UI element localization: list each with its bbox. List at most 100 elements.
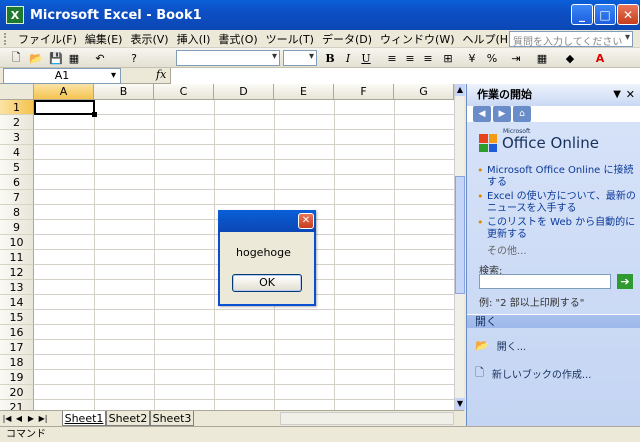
font-size-select[interactable] bbox=[283, 50, 317, 66]
indent-icon[interactable]: ⇥ bbox=[508, 50, 524, 66]
merge-center-icon[interactable]: ⊞ bbox=[440, 50, 456, 66]
vertical-scrollbar[interactable]: ▲ ▼ bbox=[454, 84, 465, 410]
tab-sheet1[interactable]: Sheet1 bbox=[62, 411, 106, 426]
menu-edit[interactable]: 編集(E) bbox=[81, 31, 127, 47]
percent-button[interactable]: % bbox=[484, 50, 500, 66]
align-left-icon[interactable]: ≡ bbox=[384, 50, 400, 66]
bold-button[interactable]: B bbox=[322, 50, 338, 66]
row-header[interactable]: 15 bbox=[0, 310, 34, 325]
row-header[interactable]: 5 bbox=[0, 160, 34, 175]
help-icon[interactable]: ? bbox=[126, 50, 142, 66]
menu-data[interactable]: データ(D) bbox=[318, 31, 376, 47]
row-header[interactable]: 7 bbox=[0, 190, 34, 205]
active-cell-a1[interactable] bbox=[34, 100, 97, 117]
column-header-f[interactable]: F bbox=[334, 84, 394, 100]
align-center-icon[interactable]: ≡ bbox=[402, 50, 418, 66]
link-auto-update[interactable]: このリストを Web から自動的に更新する bbox=[487, 217, 637, 241]
dialog-close-button[interactable]: ✕ bbox=[298, 213, 314, 229]
office-online-logo[interactable]: Microsoft Office Online bbox=[479, 128, 599, 156]
row-header[interactable]: 19 bbox=[0, 370, 34, 385]
link-latest-news[interactable]: Excel の使い方について、最新のニュースを入手する bbox=[487, 191, 637, 215]
open-icon[interactable]: 📂 bbox=[28, 50, 44, 66]
prev-sheet-icon[interactable]: ◀ bbox=[14, 412, 24, 425]
row-header[interactable]: 4 bbox=[0, 145, 34, 160]
scroll-up-icon[interactable]: ▲ bbox=[455, 84, 465, 96]
column-header-g[interactable]: G bbox=[394, 84, 454, 100]
row-header[interactable]: 9 bbox=[0, 220, 34, 235]
open-file-link[interactable]: 📂 開く... bbox=[475, 338, 526, 353]
next-sheet-icon[interactable]: ▶ bbox=[26, 412, 36, 425]
font-name-select[interactable] bbox=[176, 50, 280, 66]
menu-file[interactable]: ファイル(F) bbox=[14, 31, 81, 47]
fill-color-icon[interactable]: ◆ bbox=[562, 50, 578, 66]
maximize-button[interactable]: □ bbox=[594, 4, 616, 25]
italic-button[interactable]: I bbox=[340, 50, 356, 66]
forward-icon[interactable]: ▶ bbox=[493, 106, 511, 122]
search-input[interactable] bbox=[479, 274, 611, 289]
row-header[interactable]: 2 bbox=[0, 115, 34, 130]
ok-button[interactable]: OK bbox=[232, 274, 302, 292]
task-pane-close-icon[interactable]: ✕ bbox=[626, 84, 635, 106]
scroll-down-icon[interactable]: ▼ bbox=[455, 398, 465, 410]
back-icon[interactable]: ◀ bbox=[473, 106, 491, 122]
menu-tools[interactable]: ツール(T) bbox=[262, 31, 318, 47]
column-header-b[interactable]: B bbox=[94, 84, 154, 100]
grid-line bbox=[34, 384, 454, 385]
underline-button[interactable]: U bbox=[358, 50, 374, 66]
row-header[interactable]: 21 bbox=[0, 400, 34, 410]
horizontal-scrollbar[interactable] bbox=[280, 412, 454, 425]
row-header[interactable]: 12 bbox=[0, 265, 34, 280]
menu-format[interactable]: 書式(O) bbox=[214, 31, 261, 47]
row-header[interactable]: 17 bbox=[0, 340, 34, 355]
row-header[interactable]: 18 bbox=[0, 355, 34, 370]
menu-window[interactable]: ウィンドウ(W) bbox=[376, 31, 458, 47]
first-sheet-icon[interactable]: |◀ bbox=[2, 412, 12, 425]
undo-icon[interactable]: ↶ bbox=[92, 50, 108, 66]
home-icon[interactable]: ⌂ bbox=[513, 106, 531, 122]
new-icon[interactable]: 🗋 bbox=[8, 50, 24, 66]
row-header[interactable]: 1 bbox=[0, 100, 34, 115]
row-header[interactable]: 3 bbox=[0, 130, 34, 145]
name-box[interactable]: A1 bbox=[3, 68, 121, 84]
save-icon[interactable]: 💾 bbox=[48, 50, 64, 66]
tab-sheet3[interactable]: Sheet3 bbox=[150, 411, 194, 426]
align-right-icon[interactable]: ≡ bbox=[420, 50, 436, 66]
row-header[interactable]: 6 bbox=[0, 175, 34, 190]
row-header[interactable]: 14 bbox=[0, 295, 34, 310]
row-header[interactable]: 8 bbox=[0, 205, 34, 220]
tab-sheet2[interactable]: Sheet2 bbox=[106, 411, 150, 426]
column-header-c[interactable]: C bbox=[154, 84, 214, 100]
link-more[interactable]: その他... bbox=[487, 242, 527, 257]
column-header-a[interactable]: A bbox=[34, 84, 94, 100]
permission-icon[interactable]: ▦ bbox=[66, 50, 82, 66]
menu-grip[interactable] bbox=[4, 32, 8, 45]
link-connect-office-online[interactable]: Microsoft Office Online に接続する bbox=[487, 165, 637, 189]
borders-icon[interactable]: ▦ bbox=[534, 50, 550, 66]
row-header[interactable]: 16 bbox=[0, 325, 34, 340]
minimize-button[interactable]: _ bbox=[571, 4, 593, 25]
dialog-title-bar[interactable]: ✕ bbox=[218, 210, 316, 232]
formula-input[interactable] bbox=[170, 68, 640, 84]
task-pane-menu-icon[interactable]: ▼ bbox=[613, 84, 621, 106]
task-pane-nav: ◀ ▶ ⌂ bbox=[473, 106, 535, 122]
row-header[interactable]: 10 bbox=[0, 235, 34, 250]
new-book-link[interactable]: 🗋 新しいブックの作成... bbox=[475, 364, 591, 383]
row-header[interactable]: 11 bbox=[0, 250, 34, 265]
column-header-e[interactable]: E bbox=[274, 84, 334, 100]
row-header[interactable]: 20 bbox=[0, 385, 34, 400]
scroll-thumb[interactable] bbox=[455, 176, 465, 294]
last-sheet-icon[interactable]: ▶| bbox=[38, 412, 48, 425]
close-button[interactable]: ✕ bbox=[617, 4, 639, 25]
menu-view[interactable]: 表示(V) bbox=[126, 31, 172, 47]
help-search-input[interactable]: 質問を入力してください bbox=[509, 31, 633, 47]
currency-icon[interactable]: ¥ bbox=[464, 50, 480, 66]
search-go-icon[interactable]: ➔ bbox=[617, 274, 633, 289]
fx-icon[interactable]: fx bbox=[156, 68, 166, 81]
menu-insert[interactable]: 挿入(I) bbox=[173, 31, 215, 47]
select-all-corner[interactable] bbox=[0, 84, 34, 100]
row-header[interactable]: 13 bbox=[0, 280, 34, 295]
open-section-header[interactable]: 開く bbox=[467, 314, 640, 328]
font-color-icon[interactable]: A bbox=[592, 50, 608, 66]
menu-help[interactable]: ヘルプ(H) bbox=[459, 31, 517, 47]
column-header-d[interactable]: D bbox=[214, 84, 274, 100]
